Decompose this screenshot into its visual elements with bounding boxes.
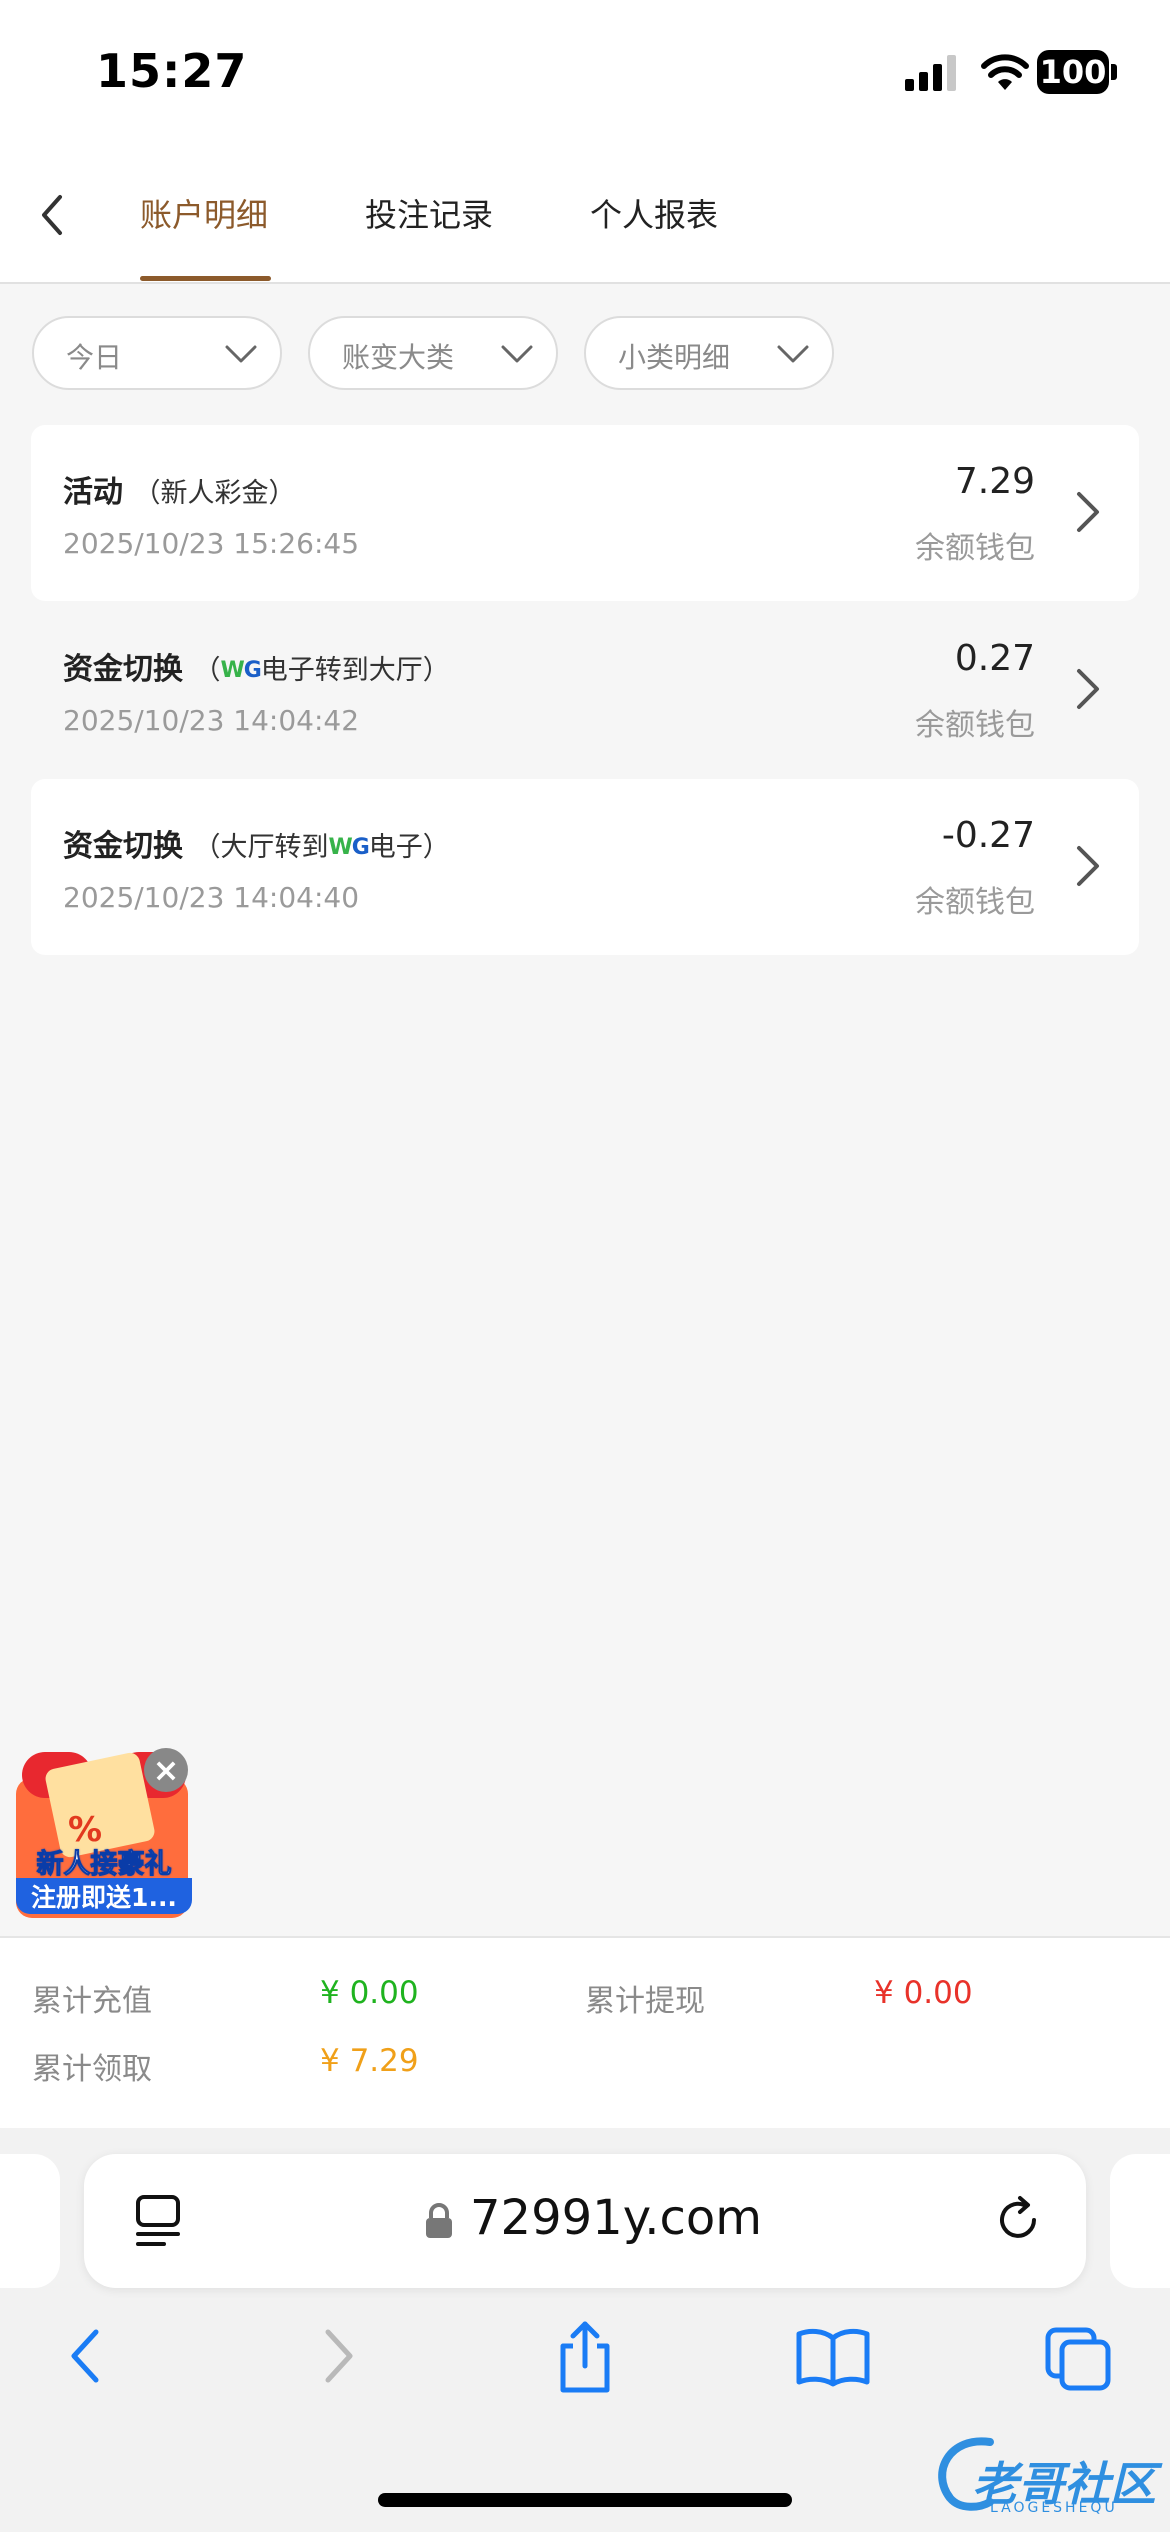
- total-recharge-value: ¥ 0.00: [320, 1975, 419, 2011]
- transaction-detail: （大厅转到WG电子）: [193, 832, 450, 863]
- promo-floating-badge[interactable]: % 新人接豪礼 注册即送1... ×: [16, 1748, 192, 1920]
- transaction-amount: 0.27: [954, 638, 1035, 679]
- browser-back-icon[interactable]: [66, 2326, 106, 2386]
- cellular-signal-icon: [905, 55, 956, 91]
- chevron-down-icon: [777, 345, 809, 363]
- total-withdraw-value: ¥ 0.00: [874, 1975, 973, 2011]
- transaction-row[interactable]: 资金切换 （WG电子转到大厅） 2025/10/23 14:04:42 0.27…: [31, 602, 1139, 778]
- subcategory-filter-dropdown[interactable]: 小类明细: [584, 316, 834, 390]
- transaction-title: 活动 （新人彩金）: [63, 475, 296, 510]
- transaction-wallet: 余额钱包: [915, 531, 1035, 566]
- tab-personal-report[interactable]: 个人报表: [590, 190, 718, 236]
- total-claimed-value: ¥ 7.29: [320, 2043, 419, 2079]
- battery-icon: 100: [1037, 50, 1109, 94]
- subcategory-filter-value: 小类明细: [618, 341, 731, 374]
- summary-panel: [0, 1936, 1170, 2132]
- transaction-date: 2025/10/23 14:04:40: [63, 881, 360, 914]
- transaction-wallet: 余额钱包: [915, 885, 1035, 920]
- back-arrow-icon[interactable]: [24, 185, 84, 245]
- tab-account-details[interactable]: 账户明细: [140, 190, 268, 236]
- chevron-right-icon: [1077, 492, 1099, 532]
- total-withdraw-label: 累计提现: [585, 1984, 705, 2019]
- wg-brand-logo: WG: [328, 835, 369, 860]
- date-filter-dropdown[interactable]: 今日: [32, 316, 282, 390]
- tab-bet-records[interactable]: 投注记录: [365, 190, 493, 236]
- close-icon[interactable]: ×: [144, 1748, 188, 1792]
- url-text[interactable]: 72991y.com: [470, 2190, 762, 2246]
- transaction-amount: -0.27: [941, 815, 1035, 856]
- transaction-title: 资金切换 （WG电子转到大厅）: [63, 652, 450, 687]
- category-filter-value: 账变大类: [342, 341, 455, 374]
- watermark-subtext: LAOGESHEQU: [990, 2500, 1118, 2516]
- transaction-date: 2025/10/23 14:04:42: [63, 704, 360, 737]
- transaction-wallet: 余额钱包: [915, 708, 1035, 743]
- total-recharge-label: 累计充值: [32, 1984, 152, 2019]
- date-filter-value: 今日: [66, 341, 123, 374]
- browser-forward-icon[interactable]: [318, 2326, 358, 2386]
- wifi-icon: [981, 54, 1029, 90]
- previous-tab-preview[interactable]: [0, 2154, 60, 2288]
- transaction-detail: （WG电子转到大厅）: [193, 655, 450, 686]
- transaction-row[interactable]: 资金切换 （大厅转到WG电子） 2025/10/23 14:04:40 -0.2…: [31, 779, 1139, 955]
- chevron-down-icon: [501, 345, 533, 363]
- home-indicator: [378, 2493, 792, 2507]
- transaction-date: 2025/10/23 15:26:45: [63, 527, 360, 560]
- bookmarks-icon[interactable]: [795, 2326, 871, 2388]
- transaction-amount: 7.29: [954, 461, 1035, 502]
- promo-title: 新人接豪礼: [36, 1849, 172, 1881]
- transaction-detail: （新人彩金）: [133, 478, 296, 509]
- page-menu-icon[interactable]: [134, 2194, 184, 2248]
- chevron-right-icon: [1077, 669, 1099, 709]
- lock-icon: [426, 2203, 452, 2238]
- chevron-right-icon: [1077, 846, 1099, 886]
- transaction-row[interactable]: 活动 （新人彩金） 2025/10/23 15:26:45 7.29 余额钱包: [31, 425, 1139, 601]
- transaction-title: 资金切换 （大厅转到WG电子）: [63, 829, 450, 864]
- category-filter-dropdown[interactable]: 账变大类: [308, 316, 558, 390]
- tabs-icon[interactable]: [1044, 2326, 1114, 2392]
- active-tab-indicator: [140, 276, 271, 281]
- reload-icon[interactable]: [990, 2192, 1046, 2248]
- status-time: 15:27: [96, 44, 248, 98]
- wg-brand-logo: WG: [220, 658, 261, 683]
- battery-tip: [1111, 64, 1117, 80]
- chevron-down-icon: [225, 345, 257, 363]
- promo-subtitle: 注册即送1...: [16, 1878, 192, 1914]
- total-claimed-label: 累计领取: [32, 2052, 152, 2087]
- next-tab-preview[interactable]: [1110, 2154, 1170, 2288]
- share-icon[interactable]: [553, 2320, 617, 2394]
